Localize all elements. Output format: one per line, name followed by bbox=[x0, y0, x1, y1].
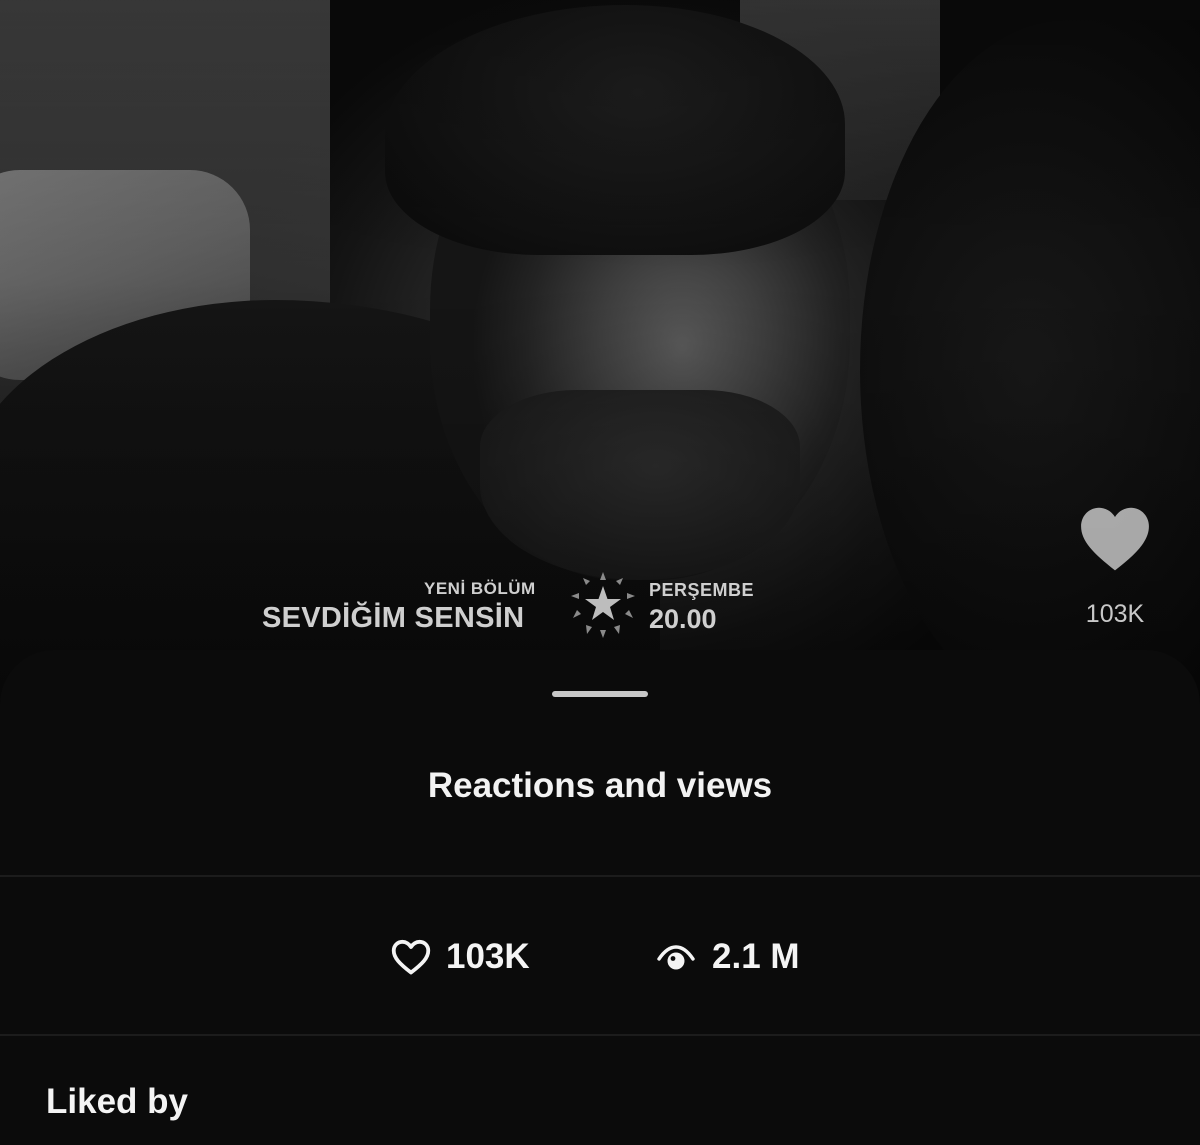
broadcast-time: 20.00 bbox=[649, 604, 717, 634]
sheet-grabber[interactable] bbox=[552, 691, 648, 697]
like-button[interactable]: 103K bbox=[1070, 500, 1160, 629]
heart-outline-icon bbox=[391, 939, 431, 975]
divider bbox=[0, 1034, 1200, 1036]
video-frame[interactable]: YENİ BÖLÜM SEVDİĞİM SENSİN PERŞEMBE 20.0… bbox=[0, 0, 1200, 700]
divider bbox=[0, 875, 1200, 877]
broadcast-day: PERŞEMBE bbox=[649, 580, 755, 600]
likes-stat[interactable]: 103K bbox=[390, 934, 530, 980]
like-count: 103K bbox=[1085, 600, 1145, 628]
broadcast-subtitle: YENİ BÖLÜM bbox=[424, 579, 536, 598]
channel-star-logo bbox=[571, 572, 635, 638]
liked-by-heading: Liked by bbox=[46, 1082, 188, 1121]
broadcast-title: SEVDİĞİM SENSİN bbox=[262, 602, 525, 634]
views-count: 2.1 M bbox=[712, 937, 800, 976]
stats-row: 103K 2.1 M bbox=[0, 878, 1200, 1034]
sheet-title: Reactions and views bbox=[427, 766, 773, 805]
eye-icon bbox=[657, 945, 695, 970]
views-stat[interactable]: 2.1 M bbox=[656, 934, 800, 980]
likes-count: 103K bbox=[446, 937, 530, 976]
heart-icon bbox=[1081, 507, 1149, 571]
reactions-sheet: Reactions and views 103K 2.1 M Liked by bbox=[0, 650, 1200, 1145]
